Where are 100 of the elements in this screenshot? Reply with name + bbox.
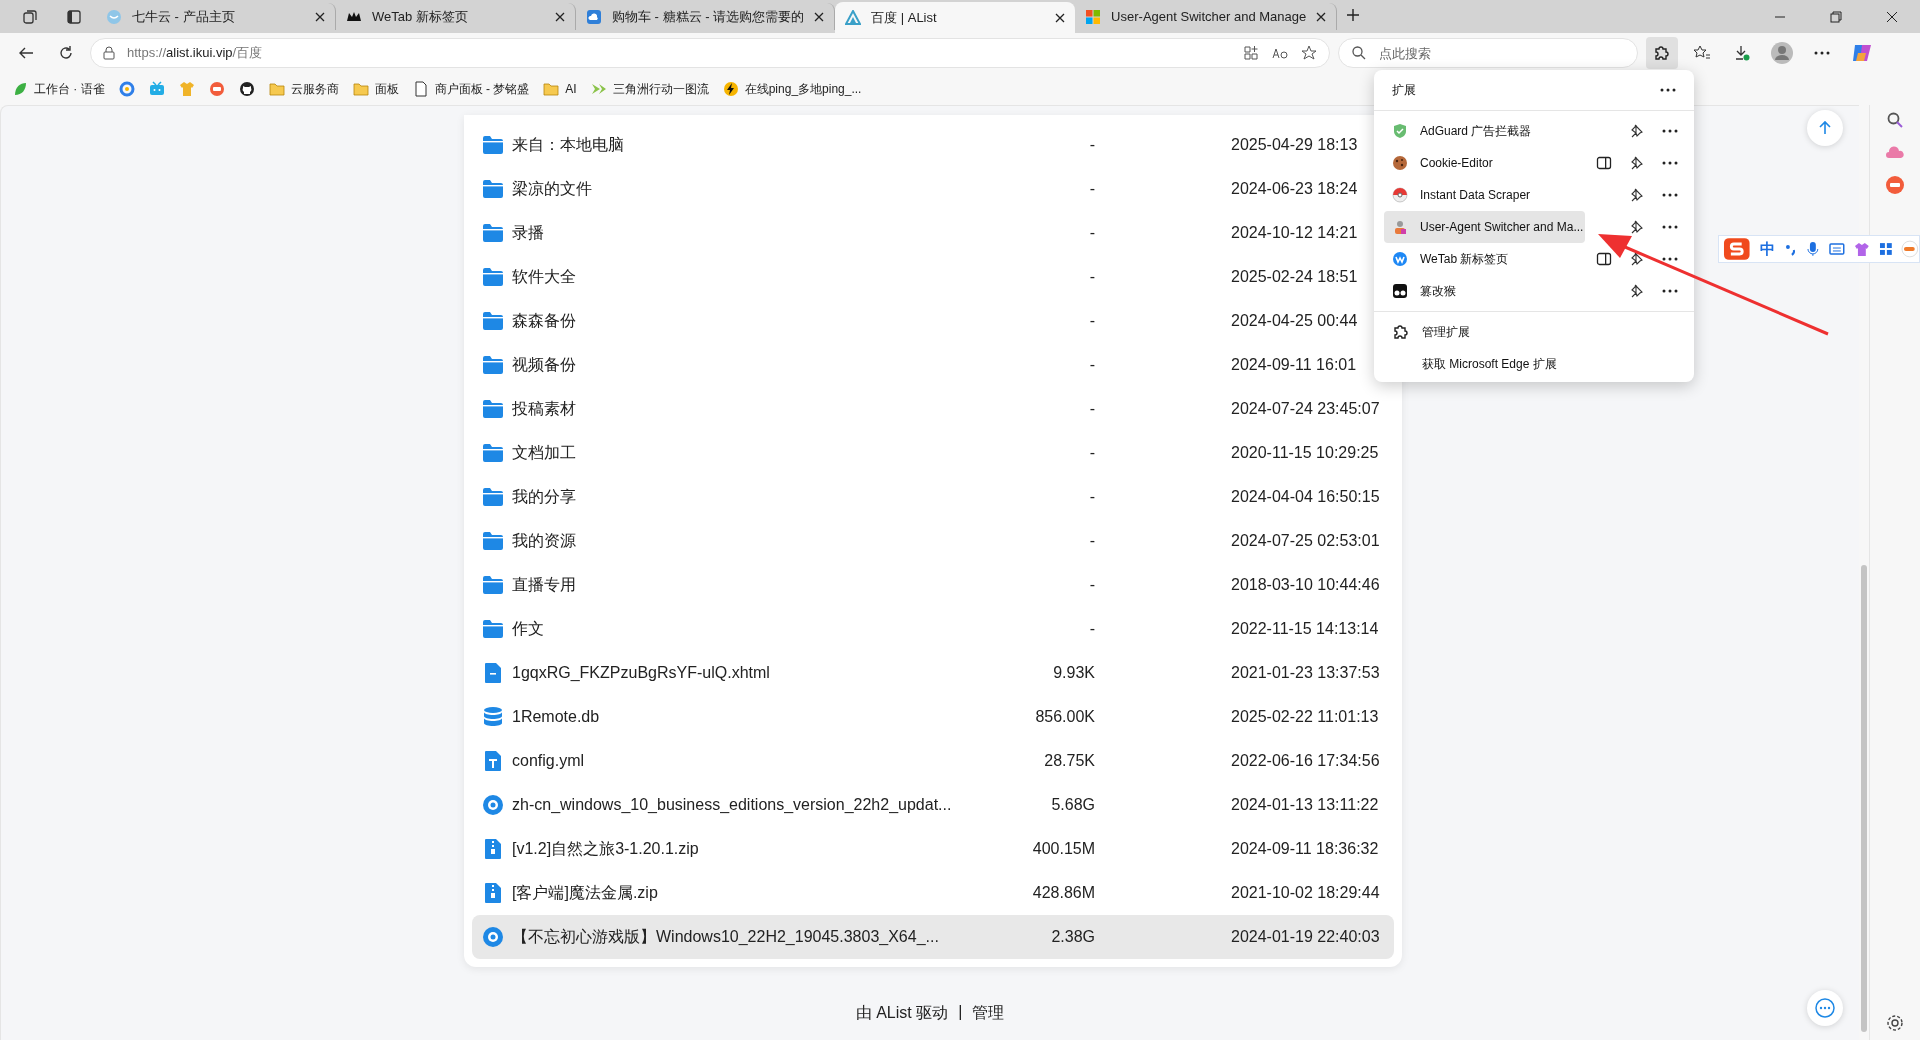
file-row[interactable]: 直播专用 - 2018-03-10 10:44:46 — [472, 563, 1394, 607]
favorites-icon — [1693, 45, 1711, 61]
bookmark[interactable]: AI — [543, 81, 577, 97]
document-icon — [482, 662, 504, 684]
address-bar[interactable]: https://alist.ikui.vip/百度 — [90, 38, 1330, 68]
folder-icon — [482, 531, 504, 551]
folder-icon — [482, 443, 504, 463]
file-size: 9.93K — [1052, 664, 1095, 682]
close-icon — [315, 11, 325, 22]
more-icon — [1662, 289, 1679, 293]
more-icon — [1662, 161, 1679, 165]
bookmark[interactable]: 三角洲行动一图流 — [590, 80, 709, 98]
wetab-logo-icon — [1392, 251, 1408, 267]
file-name: [客户端]魔法金属.zip — [512, 882, 658, 903]
settings-icon — [1886, 1014, 1904, 1032]
search-icon — [1351, 45, 1367, 61]
file-date: 2024-06-23 18:24 — [1230, 180, 1359, 198]
chat-button[interactable] — [1807, 990, 1843, 1026]
file-row[interactable]: [客户端]魔法金属.zip 428.86M 2021-10-02 18:29:44 — [472, 871, 1394, 915]
page-icon — [412, 81, 429, 97]
file-size: - — [1088, 444, 1095, 462]
browser-tab[interactable]: User-Agent Switcher and Manage — [1075, 3, 1338, 30]
file-name: 森森备份 — [512, 310, 576, 331]
input-mode-text[interactable]: 中 — [1759, 239, 1775, 259]
folder-icon — [482, 355, 504, 375]
file-row[interactable]: config.yml 28.75K 2022-06-16 17:34:56 — [472, 739, 1394, 783]
triangle-icon — [845, 9, 862, 26]
leaf-icon — [12, 81, 28, 97]
squares-icon — [1085, 8, 1102, 25]
bookmark[interactable]: 商户面板 - 梦铭盛 — [412, 80, 530, 98]
manage-link[interactable]: 管理 — [972, 1003, 1005, 1024]
bookmark[interactable]: 在线ping_多地ping_... — [722, 80, 862, 98]
search-field[interactable]: 点此搜索 — [1338, 38, 1638, 68]
file-size: - — [1088, 180, 1095, 198]
file-date: 2024-09-11 16:01 — [1230, 356, 1358, 374]
file-size: - — [1088, 356, 1095, 374]
file-date: 2024-04-25 00:44 — [1230, 312, 1359, 330]
up-arrow-icon — [1817, 120, 1833, 136]
file-size: 2.38G — [1050, 928, 1095, 946]
folder-icon — [482, 575, 504, 595]
database-icon — [482, 706, 504, 728]
scrollbar[interactable] — [1861, 565, 1867, 1032]
ring-icon — [118, 81, 135, 97]
extensions-button[interactable] — [1646, 37, 1678, 69]
zip-file-icon — [482, 882, 504, 904]
browser-tab[interactable]: WeTab 新标签页 — [336, 3, 576, 30]
file-row[interactable]: 文档加工 - 2020-11-15 10:29:25 — [472, 431, 1394, 475]
back-arrow-icon — [18, 45, 34, 61]
bookmark[interactable]: 工作台 · 语雀 — [12, 80, 105, 98]
file-row[interactable]: 1gqxRG_FKZPzuBgRsYF-ulQ.xhtml 9.93K 2021-01-23 13:37:53 — [472, 651, 1394, 695]
file-row[interactable]: [v1.2]自然之旅3-1.20.1.zip 400.15M 2024-09-11 18:36:32 — [472, 827, 1394, 871]
disc-icon — [482, 926, 504, 948]
file-row[interactable]: 1Remote.db 856.00K 2025-02-22 11:01:13 — [472, 695, 1394, 739]
file-row[interactable]: 投稿素材 - 2024-07-24 23:45:07 — [472, 387, 1394, 431]
separator-text: | — [958, 1003, 963, 1022]
file-name: [v1.2]自然之旅3-1.20.1.zip — [512, 838, 699, 859]
file-size: - — [1088, 576, 1095, 594]
file-row[interactable]: 【不忘初心游戏版】Windows10_22H2_19045.3803_X64_... 2.38G 2024-01-19 22:40:03 — [472, 915, 1394, 959]
file-name: 梁凉的文件 — [512, 178, 592, 199]
browser-tab[interactable]: 七牛云 - 产品主页 — [96, 3, 336, 30]
file-date: 2018-03-10 10:44:46 — [1230, 576, 1381, 594]
copilot-logo-icon — [1851, 42, 1873, 64]
file-name: 作文 — [512, 618, 544, 639]
file-row[interactable]: 我的分享 - 2024-04-04 16:50:15 — [472, 475, 1394, 519]
file-row[interactable]: zh-cn_windows_10_business_editions_version_22h2_updat... 5.68G 2024-01-13 13:11:22 — [472, 783, 1394, 827]
bookmark-button[interactable] — [238, 81, 255, 97]
file-date: 2024-01-19 22:40:03 — [1230, 928, 1381, 946]
workspaces-icon — [22, 8, 38, 25]
more-icon — [1662, 257, 1679, 261]
cloud-icon — [586, 8, 602, 25]
figure-icon — [1392, 219, 1408, 235]
file-row[interactable]: 我的资源 - 2024-07-25 02:53:01 — [472, 519, 1394, 563]
lock-icon — [103, 46, 115, 60]
file-name: 我的资源 — [512, 530, 576, 551]
bookmark[interactable]: 面板 — [352, 80, 399, 98]
folder-icon — [482, 487, 504, 507]
file-date: 2025-02-22 11:01:13 — [1230, 708, 1380, 726]
search-input[interactable]: 点此搜索 — [1377, 44, 1625, 62]
file-date: 2021-01-23 13:37:53 — [1230, 664, 1381, 682]
file-row[interactable]: 作文 - 2022-11-15 14:13:14 — [472, 607, 1394, 651]
folder-icon — [268, 81, 285, 97]
back-to-top-button[interactable] — [1807, 110, 1843, 146]
chat-dots-icon — [1814, 997, 1836, 1019]
file-name: 1gqxRG_FKZPzuBgRsYF-ulQ.xhtml — [512, 664, 770, 682]
more-icon — [1662, 193, 1679, 197]
restore-icon — [1830, 10, 1842, 23]
search-icon — [1886, 111, 1904, 129]
microphone-icon — [1806, 241, 1821, 257]
file-size: - — [1088, 312, 1095, 330]
file-date: 2024-09-11 18:36:32 — [1230, 840, 1380, 858]
extension-item[interactable]: User-Agent Switcher and Ma... — [1384, 211, 1585, 243]
shirt-icon — [1853, 241, 1870, 257]
file-size: 428.86M — [1031, 884, 1095, 902]
bookmark[interactable]: 云服务商 — [268, 80, 339, 98]
folder-icon — [482, 399, 504, 419]
more-icon — [1662, 129, 1679, 133]
close-icon — [1055, 12, 1066, 23]
browser-tab[interactable]: 购物车 - 糖糕云 - 请选购您需要的 — [576, 3, 836, 30]
menu-title: 扩展 — [1392, 81, 1416, 99]
browser-tab[interactable]: 百度 | AList — [835, 2, 1076, 33]
